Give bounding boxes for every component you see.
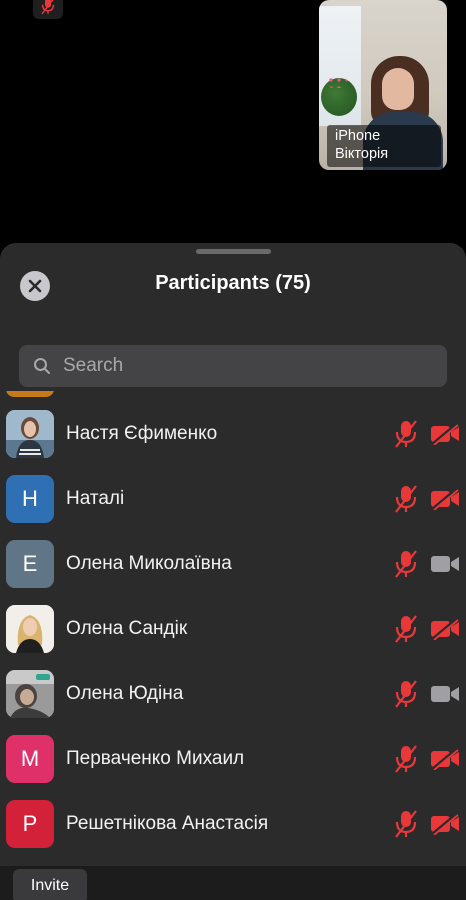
search-icon (34, 358, 50, 374)
camera-icon[interactable] (430, 683, 460, 705)
participant-name: Наталі (66, 488, 125, 509)
avatar-initial: Е (22, 551, 38, 576)
camera-off-icon[interactable] (430, 618, 460, 640)
camera-off-icon[interactable] (430, 813, 460, 835)
participant-name: Олена Сандік (66, 618, 188, 639)
avatar (6, 391, 54, 397)
camera-off-icon[interactable] (430, 488, 460, 510)
video-device-label: iPhone (335, 128, 381, 144)
avatar (6, 410, 54, 458)
participant-name: Решетнікова Анастасія (66, 813, 269, 834)
invite-button[interactable]: Invite (13, 869, 87, 900)
video-background-flowers (327, 76, 347, 88)
search-placeholder: Search (63, 355, 124, 376)
participants-panel: Participants (75) Search Настя Єфименко (0, 243, 466, 900)
participant-name: Перваченко Михаил (66, 748, 245, 769)
camera-off-icon[interactable] (430, 748, 460, 770)
participants-footer: Invite (0, 866, 466, 900)
participant-row[interactable]: Р Решетнікова Анастасія (0, 793, 466, 858)
avatar-initial: Н (22, 486, 38, 511)
mic-muted-icon[interactable] (393, 614, 419, 644)
sheet-grabber[interactable] (196, 249, 271, 254)
mic-muted-icon (41, 0, 55, 14)
avatar-photo (6, 410, 54, 458)
avatar (6, 670, 54, 718)
avatar: Е (6, 540, 54, 588)
participant-list[interactable]: Настя Єфименко Н Наталі Е Олена Миколаїв… (0, 391, 466, 866)
participant-video-thumbnail[interactable]: iPhone Вікторія (319, 0, 447, 170)
participant-row[interactable]: Настя Єфименко (0, 403, 466, 468)
participant-row[interactable]: Н Наталі (0, 468, 466, 533)
avatar-photo (6, 605, 54, 653)
mic-muted-icon[interactable] (393, 484, 419, 514)
participant-row[interactable]: Е Олена Миколаївна (0, 533, 466, 598)
avatar-initial: Р (22, 811, 38, 836)
avatar-photo (6, 670, 54, 718)
video-person-face (382, 68, 414, 110)
self-mute-indicator[interactable] (33, 0, 63, 19)
mic-muted-icon[interactable] (393, 549, 419, 579)
avatar: Н (6, 475, 54, 523)
video-participant-name: Вікторія (335, 146, 389, 162)
mic-muted-icon[interactable] (393, 744, 419, 774)
avatar-initial: М (20, 746, 40, 771)
participant-name: Олена Миколаївна (66, 553, 232, 574)
mic-muted-icon[interactable] (393, 679, 419, 709)
participant-row[interactable]: Олена Юдіна (0, 663, 466, 728)
panel-title: Participants (75) (155, 272, 311, 294)
avatar: Р (6, 800, 54, 848)
avatar: М (6, 735, 54, 783)
avatar (6, 605, 54, 653)
participant-name: Настя Єфименко (66, 423, 218, 444)
video-name-overlay: iPhone Вікторія (327, 125, 441, 167)
participant-row[interactable]: Олена Сандік (0, 598, 466, 663)
camera-icon[interactable] (430, 553, 460, 575)
mic-muted-icon[interactable] (393, 419, 419, 449)
camera-off-icon[interactable] (430, 423, 460, 445)
participant-name: Олена Юдіна (66, 683, 184, 704)
participant-row[interactable]: М Перваченко Михаил (0, 728, 466, 793)
search-input[interactable]: Search (19, 345, 447, 387)
mic-muted-icon[interactable] (393, 809, 419, 839)
